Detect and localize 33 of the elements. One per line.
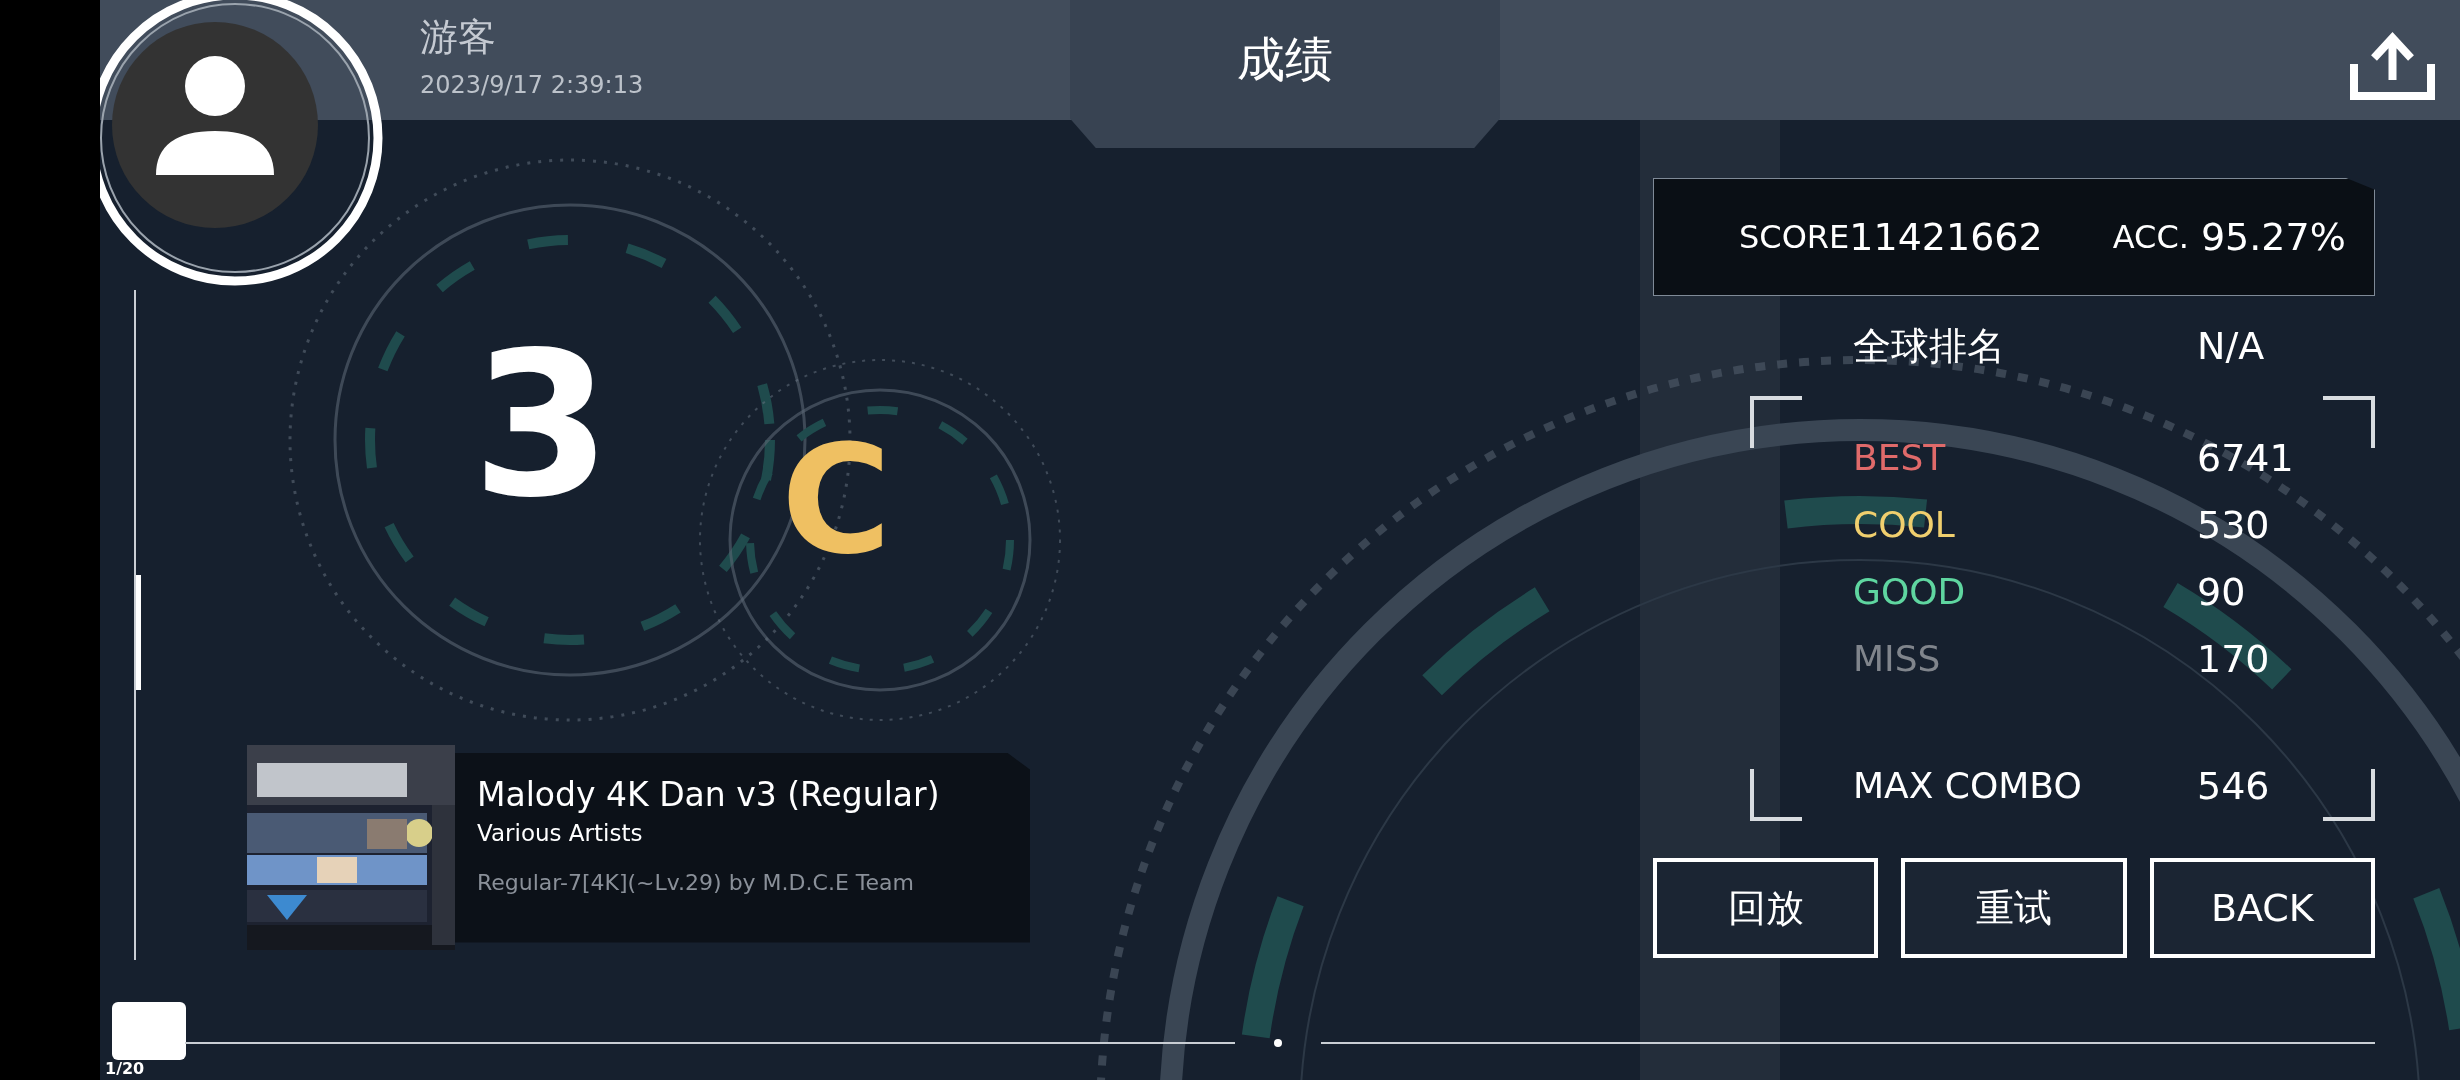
chart-info: Regular-7[4K](~Lv.29) by M.D.C.E Team <box>477 869 914 895</box>
score-value: 11421662 <box>1849 215 2043 259</box>
page-thumb[interactable] <box>112 1002 186 1060</box>
timestamp: 2023/9/17 2:39:13 <box>420 71 644 99</box>
user-name: 游客 <box>420 14 496 61</box>
artist-name: Various Artists <box>477 819 643 846</box>
judgment-label: GOOD <box>1853 571 1967 612</box>
accuracy-value: 95.27% <box>2200 215 2346 259</box>
judgment-label: BEST <box>1853 437 1947 478</box>
progress-dot <box>1274 1039 1282 1047</box>
judgment-count: 90 <box>2197 569 2246 614</box>
action-button[interactable]: 回放 <box>1653 858 1879 958</box>
ranking-value: N/A <box>2197 324 2265 368</box>
grade-number: 3 <box>472 325 612 525</box>
grade-letter: C <box>781 425 892 575</box>
judgment-count: 6741 <box>2197 435 2294 480</box>
max-combo-value: 546 <box>2197 763 2270 808</box>
action-button[interactable]: BACK <box>2149 858 2375 958</box>
page-indicator: 1/20 <box>105 1060 145 1078</box>
score-label: SCORE <box>1739 218 1850 256</box>
judgment-count: 170 <box>2197 636 2270 681</box>
frame-corner <box>2323 769 2375 821</box>
frame-corner <box>2323 396 2375 448</box>
frame-corner <box>1750 396 1802 448</box>
ranking-label: 全球排名 <box>1853 322 2006 370</box>
max-combo-label: MAX COMBO <box>1853 765 2083 806</box>
judgment-count: 530 <box>2197 502 2270 547</box>
song-title: Malody 4K Dan v3 (Regular) <box>477 774 940 814</box>
action-button[interactable]: 重试 <box>1901 858 2127 958</box>
accuracy-label: ACC. <box>2112 218 2189 256</box>
judgment-label: MISS <box>1853 638 1942 679</box>
judgment-label: COOL <box>1853 504 1956 545</box>
frame-corner <box>1750 769 1802 821</box>
